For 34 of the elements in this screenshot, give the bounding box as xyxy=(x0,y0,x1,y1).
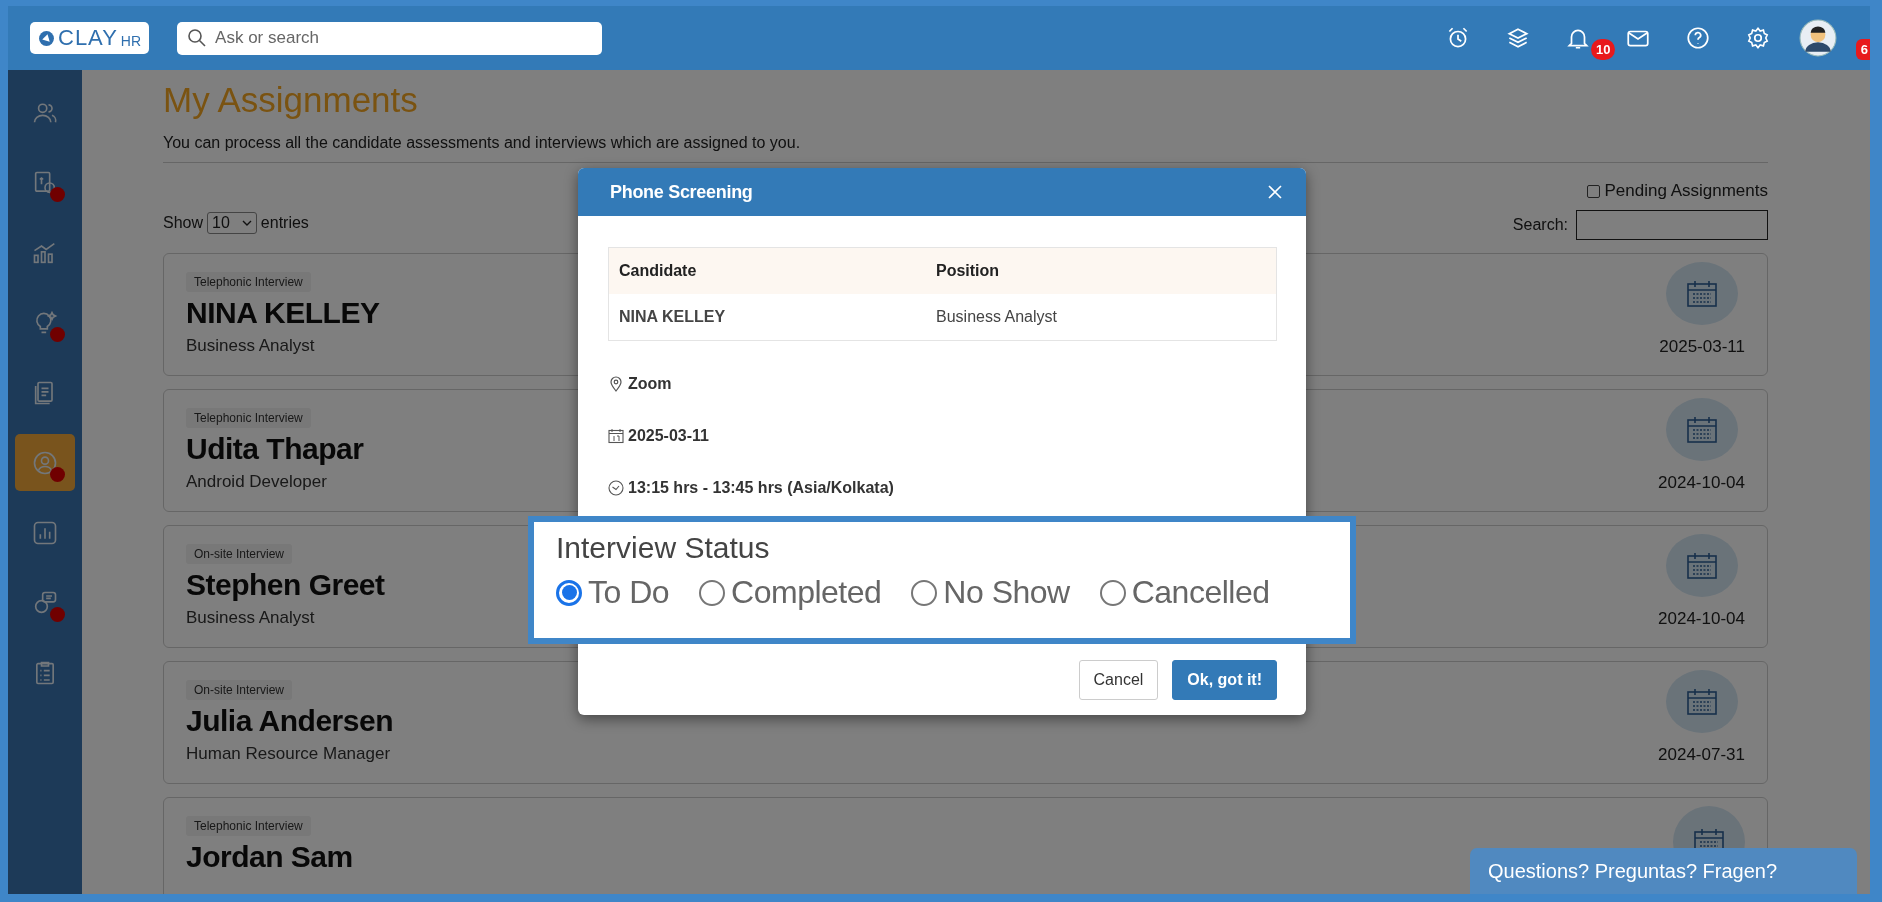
candidate-name: Udita Thapar xyxy=(186,432,364,466)
candidate-name: Stephen Greet xyxy=(186,568,385,602)
interview-date: 2024-07-31 xyxy=(1658,745,1745,765)
candidate-name: Julia Andersen xyxy=(186,704,393,738)
interview-time: 13:15 hrs - 13:45 hrs (Asia/Kolkata) xyxy=(628,478,894,497)
interview-location: Zoom xyxy=(628,374,672,393)
notification-count: 10 xyxy=(1591,39,1616,60)
column-header: Candidate xyxy=(618,262,698,280)
interview-date: 2025-03-11 xyxy=(1659,337,1745,357)
interview-date: 2025-03-11 xyxy=(628,426,709,445)
pending-assignments-label: Pending Assignments xyxy=(1604,181,1768,201)
table-cell-text: Business Analyst xyxy=(935,308,1058,326)
position-name: Business Analyst xyxy=(186,336,315,356)
column-header: Position xyxy=(935,262,1001,280)
candidate-name: Jordan Sam xyxy=(186,840,353,874)
notification-count: 6 xyxy=(1855,39,1870,60)
position-name: Human Resource Manager xyxy=(186,744,391,764)
interview-type-tag: Telephonic Interview xyxy=(186,816,311,836)
candidate-name: NINA KELLEY xyxy=(186,296,380,330)
interview-type-tag: On-site Interview xyxy=(186,544,293,564)
dialog-title: Phone Screening xyxy=(610,181,753,203)
position-name: Android Developer xyxy=(186,472,327,492)
show-label: Show xyxy=(163,214,204,232)
page-title: My Assignments xyxy=(163,79,419,121)
interview-type-tag: On-site Interview xyxy=(186,680,293,700)
page-description: You can process all the candidate assessments and interviews which are assigned to you. xyxy=(163,134,1768,163)
interview-date: 2024-10-04 xyxy=(1658,473,1745,493)
interview-type-tag: Telephonic Interview xyxy=(186,408,311,428)
position-name: Business Analyst xyxy=(186,608,315,628)
status-heading: Interview Status xyxy=(556,530,771,566)
search-label: Search: xyxy=(1512,216,1568,234)
entries-label: entries xyxy=(260,214,309,232)
interview-date: 2024-10-04 xyxy=(1658,609,1745,629)
interview-type-tag: Telephonic Interview xyxy=(186,272,311,292)
